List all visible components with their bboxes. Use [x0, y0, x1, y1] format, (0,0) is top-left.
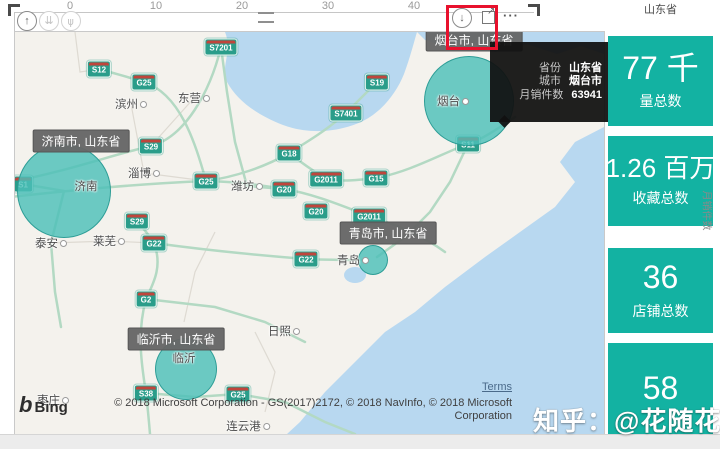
kpi-label: 店铺总数	[633, 301, 689, 321]
ruler-tick: 10	[150, 0, 162, 12]
ruler-tick: 20	[236, 0, 248, 12]
watermark-text: 知乎：@花随花心	[533, 401, 720, 438]
city-label: 烟台	[437, 93, 469, 109]
bing-b-icon: b	[19, 392, 32, 417]
road-badge: G2011	[309, 171, 343, 188]
road-badge: G20	[271, 181, 296, 198]
map-attribution: © 2018 Microsoft Corporation - GS(2017)2…	[114, 397, 512, 423]
road-badge: G22	[293, 251, 318, 268]
city-dot-icon	[462, 98, 469, 105]
side-axis-label: 月销件数	[683, 185, 720, 235]
tooltip-row: 月销件数63941	[496, 89, 602, 102]
terms-link[interactable]: Terms	[482, 381, 512, 393]
city-dot-icon	[118, 238, 125, 245]
road-badge: G15	[363, 170, 388, 187]
drill-up-glyph: ↑	[24, 16, 30, 27]
road-badge: G2	[136, 291, 157, 308]
data-point-label: 临沂市, 山东省	[128, 328, 225, 351]
expand-all-glyph: ⋔	[66, 16, 75, 27]
city-dot-icon	[203, 95, 210, 102]
report-page: 010203040 ↑ ⇊ ⋔ ↓ ↗ ···	[0, 0, 720, 449]
city-dot-icon	[263, 423, 270, 430]
city-label: 潍坊	[231, 178, 263, 194]
city-label: 莱芜	[93, 233, 125, 249]
road-badge: G25	[131, 74, 156, 91]
kpi-value: 1.26 百万	[606, 154, 716, 183]
tooltip-row: 省份山东省	[496, 62, 602, 75]
road-badge: G18	[276, 145, 301, 162]
city-label: 淄博	[128, 165, 160, 181]
tooltip: 省份山东省城市烟台市月销件数63941	[490, 42, 608, 122]
bing-logo[interactable]: bBing	[19, 392, 68, 418]
data-point-label: 济南市, 山东省	[33, 130, 130, 153]
resize-handle-top-right-icon[interactable]	[528, 4, 540, 16]
data-point-label: 青岛市, 山东省	[340, 222, 437, 245]
drill-down-level-glyph: ⇊	[44, 16, 53, 27]
city-label: 日照	[268, 323, 300, 339]
road-badge: S29	[125, 213, 149, 230]
drill-up-icon[interactable]: ↑	[17, 11, 37, 31]
city-label: 滨州	[115, 96, 147, 112]
kpi-card[interactable]: 77 千量总数	[608, 36, 713, 126]
road-badge: S19	[365, 74, 389, 91]
city-label: 东营	[178, 90, 210, 106]
kpi-value: 36	[643, 260, 679, 295]
kpi-label: 收藏总数	[633, 188, 689, 208]
more-options-icon[interactable]: ···	[503, 8, 519, 23]
drag-handle-icon[interactable]	[258, 12, 274, 23]
city-label: 临沂	[173, 350, 196, 366]
tooltip-row: 城市烟台市	[496, 75, 602, 88]
city-label: 泰安	[35, 235, 67, 251]
ruler-tick: 40	[408, 0, 420, 12]
city-dot-icon	[60, 240, 67, 247]
road-badge: S7201	[204, 39, 237, 56]
kpi-label: 量总数	[640, 91, 682, 111]
annotation-highlight-box	[446, 5, 498, 50]
road-badge: S29	[139, 138, 163, 155]
kpi-card[interactable]: 36 店铺总数	[608, 248, 713, 333]
city-label: 青岛	[337, 252, 369, 268]
road-badge: S7401	[329, 105, 362, 122]
expand-all-levels-icon[interactable]: ⋔	[61, 11, 81, 31]
road-badge: G25	[193, 173, 218, 190]
city-dot-icon	[140, 101, 147, 108]
city-dot-icon	[362, 257, 369, 264]
road-badge: G22	[141, 235, 166, 252]
drill-down-level-icon[interactable]: ⇊	[39, 11, 59, 31]
road-badge: G20	[303, 203, 328, 220]
kpi-value: 77 千	[622, 51, 699, 86]
road-badge: S12	[87, 61, 111, 78]
city-dot-icon	[153, 170, 160, 177]
region-header-label: 山东省	[608, 1, 713, 17]
city-label: 济南	[75, 178, 98, 194]
city-dot-icon	[293, 328, 300, 335]
city-dot-icon	[256, 183, 263, 190]
ruler-tick: 30	[322, 0, 334, 12]
